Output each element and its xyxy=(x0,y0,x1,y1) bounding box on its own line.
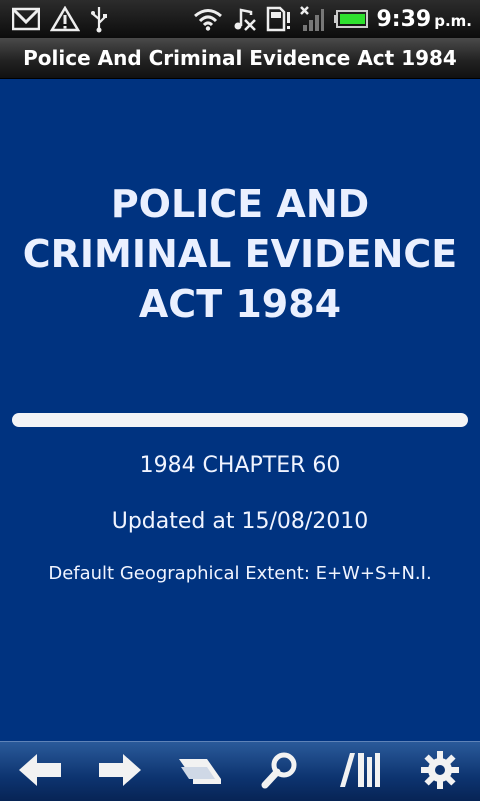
sd-card-alert-icon xyxy=(265,6,291,32)
status-bar: 9:39 p.m. xyxy=(0,0,480,38)
app-title-bar: Police And Criminal Evidence Act 1984 xyxy=(0,38,480,79)
usb-icon xyxy=(90,5,108,33)
document-title-line: CRIMINAL EVIDENCE xyxy=(22,232,458,276)
music-off-icon xyxy=(231,6,257,32)
document-title-line: POLICE AND xyxy=(110,182,370,226)
library-button[interactable] xyxy=(330,745,390,799)
back-button[interactable] xyxy=(10,745,70,799)
updated-text: Updated at 15/08/2010 xyxy=(111,509,369,534)
divider xyxy=(12,413,468,427)
extent-text: Default Geographical Extent: E+W+S+N.I. xyxy=(48,563,432,584)
document-title: POLICE AND CRIMINAL EVIDENCE ACT 1984 xyxy=(0,179,480,329)
bottom-toolbar xyxy=(0,741,480,801)
app-title: Police And Criminal Evidence Act 1984 xyxy=(23,46,457,70)
document-title-line: ACT 1984 xyxy=(138,282,342,326)
document-cover: POLICE AND CRIMINAL EVIDENCE ACT 1984 19… xyxy=(0,79,480,741)
library-icon xyxy=(338,751,382,793)
status-clock: 9:39 p.m. xyxy=(376,6,473,32)
battery-icon xyxy=(333,9,369,29)
search-button[interactable] xyxy=(250,745,310,799)
warning-icon xyxy=(50,6,80,32)
contents-icon xyxy=(177,753,223,791)
status-clock-ampm: p.m. xyxy=(434,11,472,30)
gmail-icon xyxy=(12,7,40,31)
forward-icon xyxy=(97,752,143,792)
forward-button[interactable] xyxy=(90,745,150,799)
chapter-text: 1984 CHAPTER 60 xyxy=(139,453,341,478)
signal-icon xyxy=(299,5,325,33)
contents-button[interactable] xyxy=(170,745,230,799)
search-icon xyxy=(260,750,300,794)
back-icon xyxy=(17,752,63,792)
settings-button[interactable] xyxy=(410,745,470,799)
wifi-icon xyxy=(193,7,223,31)
settings-icon xyxy=(420,750,460,794)
